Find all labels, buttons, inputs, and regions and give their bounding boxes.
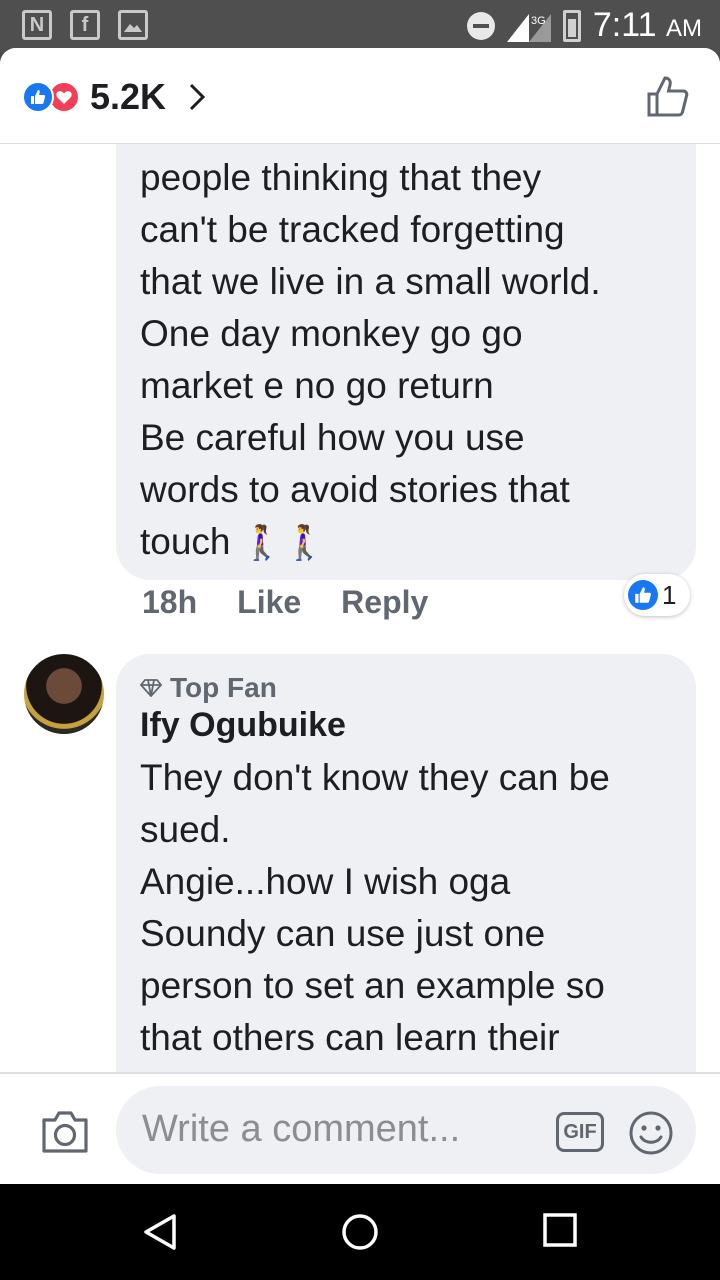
facebook-notification-icon: f: [70, 10, 100, 40]
reactions-header: 5.2K: [0, 48, 720, 144]
comment-placeholder: Write a comment...: [142, 1108, 461, 1150]
walking-woman-emoji: 🚶‍♀️🚶‍♀️: [240, 524, 326, 562]
signal-icon: 3G: [506, 13, 551, 42]
comment-composer: Write a comment... GIF: [0, 1072, 720, 1184]
comment-timestamp: 18h: [142, 584, 198, 620]
system-navigation-bar: [0, 1184, 720, 1280]
comment-author[interactable]: Ify Ogubuike: [140, 706, 346, 745]
do-not-disturb-icon: [466, 11, 495, 40]
comments-sheet: 5.2K people thinking that they can't be …: [0, 48, 720, 1184]
comment-actions: 18h Like Reply: [142, 584, 428, 621]
emoji-icon[interactable]: [628, 1110, 674, 1156]
comment-input[interactable]: Write a comment... GIF: [116, 1086, 696, 1174]
comment-like-button[interactable]: Like: [237, 584, 301, 621]
notification-n-icon: N: [22, 10, 52, 40]
like-post-button[interactable]: [646, 74, 690, 118]
diamond-icon: [140, 679, 162, 697]
comment-like-count: 1: [662, 579, 677, 610]
battery-icon: [562, 9, 581, 42]
recents-icon[interactable]: [542, 1212, 578, 1248]
top-fan-badge: Top Fan: [140, 672, 277, 704]
camera-icon[interactable]: [40, 1110, 90, 1154]
comment-text: They don't know they can be sued. Angie.…: [140, 757, 610, 1058]
status-bar: N f 3G 7:11 AM: [0, 0, 720, 52]
clock: 7:11 AM: [592, 6, 702, 44]
reactions-summary[interactable]: 5.2K: [22, 76, 206, 118]
reaction-count: 5.2K: [90, 76, 167, 117]
gif-button[interactable]: GIF: [556, 1112, 604, 1152]
comments-list[interactable]: people thinking that they can't be track…: [0, 144, 720, 1072]
comment-reaction-badge[interactable]: 1: [624, 574, 690, 616]
home-icon[interactable]: [340, 1212, 380, 1252]
chevron-right-icon: [189, 83, 206, 111]
comment-text: people thinking that they can't be track…: [140, 152, 680, 569]
comment-reply-button[interactable]: Reply: [341, 584, 428, 621]
svg-text:3G: 3G: [531, 15, 546, 27]
like-reaction-icon: [22, 81, 54, 113]
back-icon[interactable]: [140, 1212, 180, 1252]
like-icon: [628, 580, 658, 610]
image-notification-icon: [118, 10, 148, 40]
avatar[interactable]: [24, 654, 104, 734]
